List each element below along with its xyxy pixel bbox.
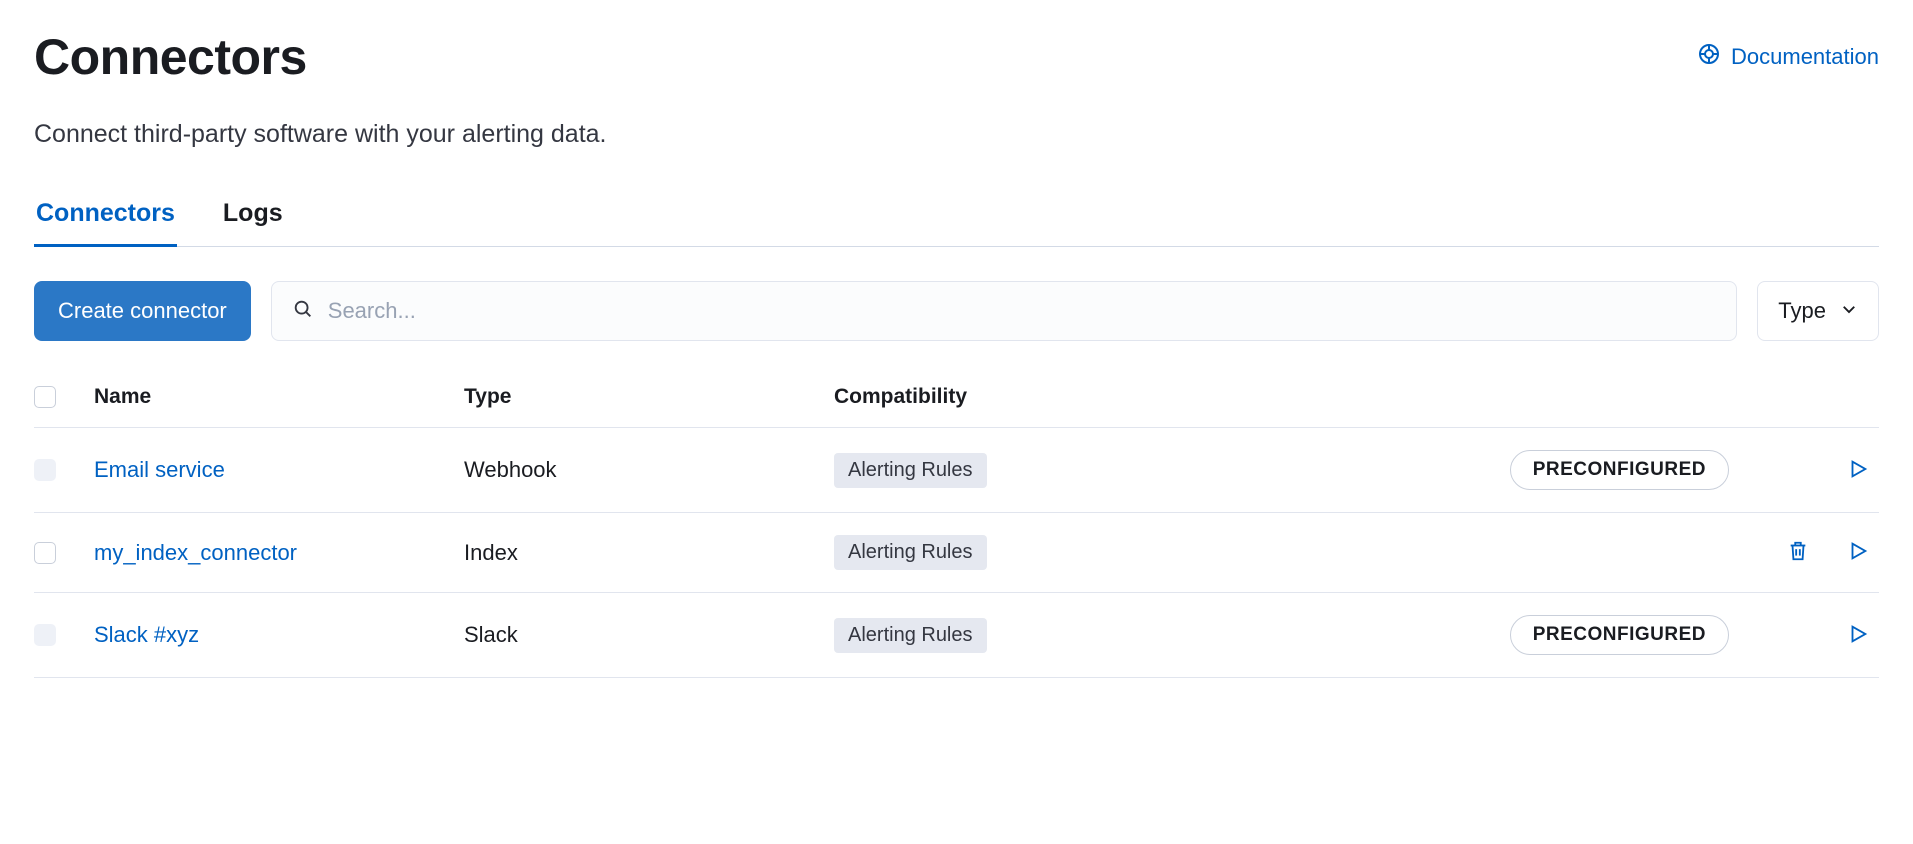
table-row: Slack #xyz SlackAlerting Rules PRECONFIGUR… [34, 593, 1879, 678]
row-checkbox [34, 459, 56, 481]
search-field[interactable] [271, 281, 1738, 341]
column-name[interactable]: Name [94, 385, 464, 409]
search-input[interactable] [328, 282, 1717, 340]
connector-name-link[interactable]: Email service [94, 457, 225, 482]
compatibility-badge: Alerting Rules [834, 535, 987, 570]
run-button[interactable] [1843, 619, 1873, 652]
tabs: Connectors Logs [34, 199, 1879, 247]
documentation-link[interactable]: Documentation [1697, 42, 1879, 72]
play-icon [1847, 623, 1869, 648]
connector-type: Index [464, 540, 834, 566]
row-checkbox[interactable] [34, 542, 56, 564]
documentation-link-label: Documentation [1731, 44, 1879, 70]
table-row: Email service WebhookAlerting Rules PRECON… [34, 428, 1879, 513]
compatibility-badge: Alerting Rules [834, 618, 987, 653]
play-icon [1847, 458, 1869, 483]
run-button[interactable] [1843, 454, 1873, 487]
table-row: my_index_connector IndexAlerting Rules [34, 513, 1879, 593]
connector-name-link[interactable]: Slack #xyz [94, 622, 199, 647]
tab-connectors[interactable]: Connectors [34, 199, 177, 247]
column-compatibility[interactable]: Compatibility [834, 385, 1234, 409]
run-button[interactable] [1843, 536, 1873, 569]
connector-name-link[interactable]: my_index_connector [94, 540, 297, 565]
delete-button[interactable] [1783, 536, 1813, 569]
select-all-checkbox[interactable] [34, 386, 56, 408]
page-subtitle: Connect third-party software with your a… [34, 120, 1879, 149]
help-icon [1697, 42, 1721, 72]
tab-logs[interactable]: Logs [221, 199, 285, 247]
page-title: Connectors [34, 28, 307, 86]
preconfigured-badge: PRECONFIGURED [1510, 615, 1729, 655]
chevron-down-icon [1840, 298, 1858, 324]
compatibility-badge: Alerting Rules [834, 453, 987, 488]
connectors-table: Name Type Compatibility Email service Web… [34, 375, 1879, 678]
play-icon [1847, 540, 1869, 565]
create-connector-button[interactable]: Create connector [34, 281, 251, 341]
trash-icon [1787, 540, 1809, 565]
table-header: Name Type Compatibility [34, 375, 1879, 428]
preconfigured-badge: PRECONFIGURED [1510, 450, 1729, 490]
connector-type: Webhook [464, 457, 834, 483]
column-type[interactable]: Type [464, 385, 834, 409]
connector-type: Slack [464, 622, 834, 648]
search-icon [292, 298, 314, 325]
type-filter[interactable]: Type [1757, 281, 1879, 341]
type-filter-label: Type [1778, 298, 1826, 324]
row-checkbox [34, 624, 56, 646]
